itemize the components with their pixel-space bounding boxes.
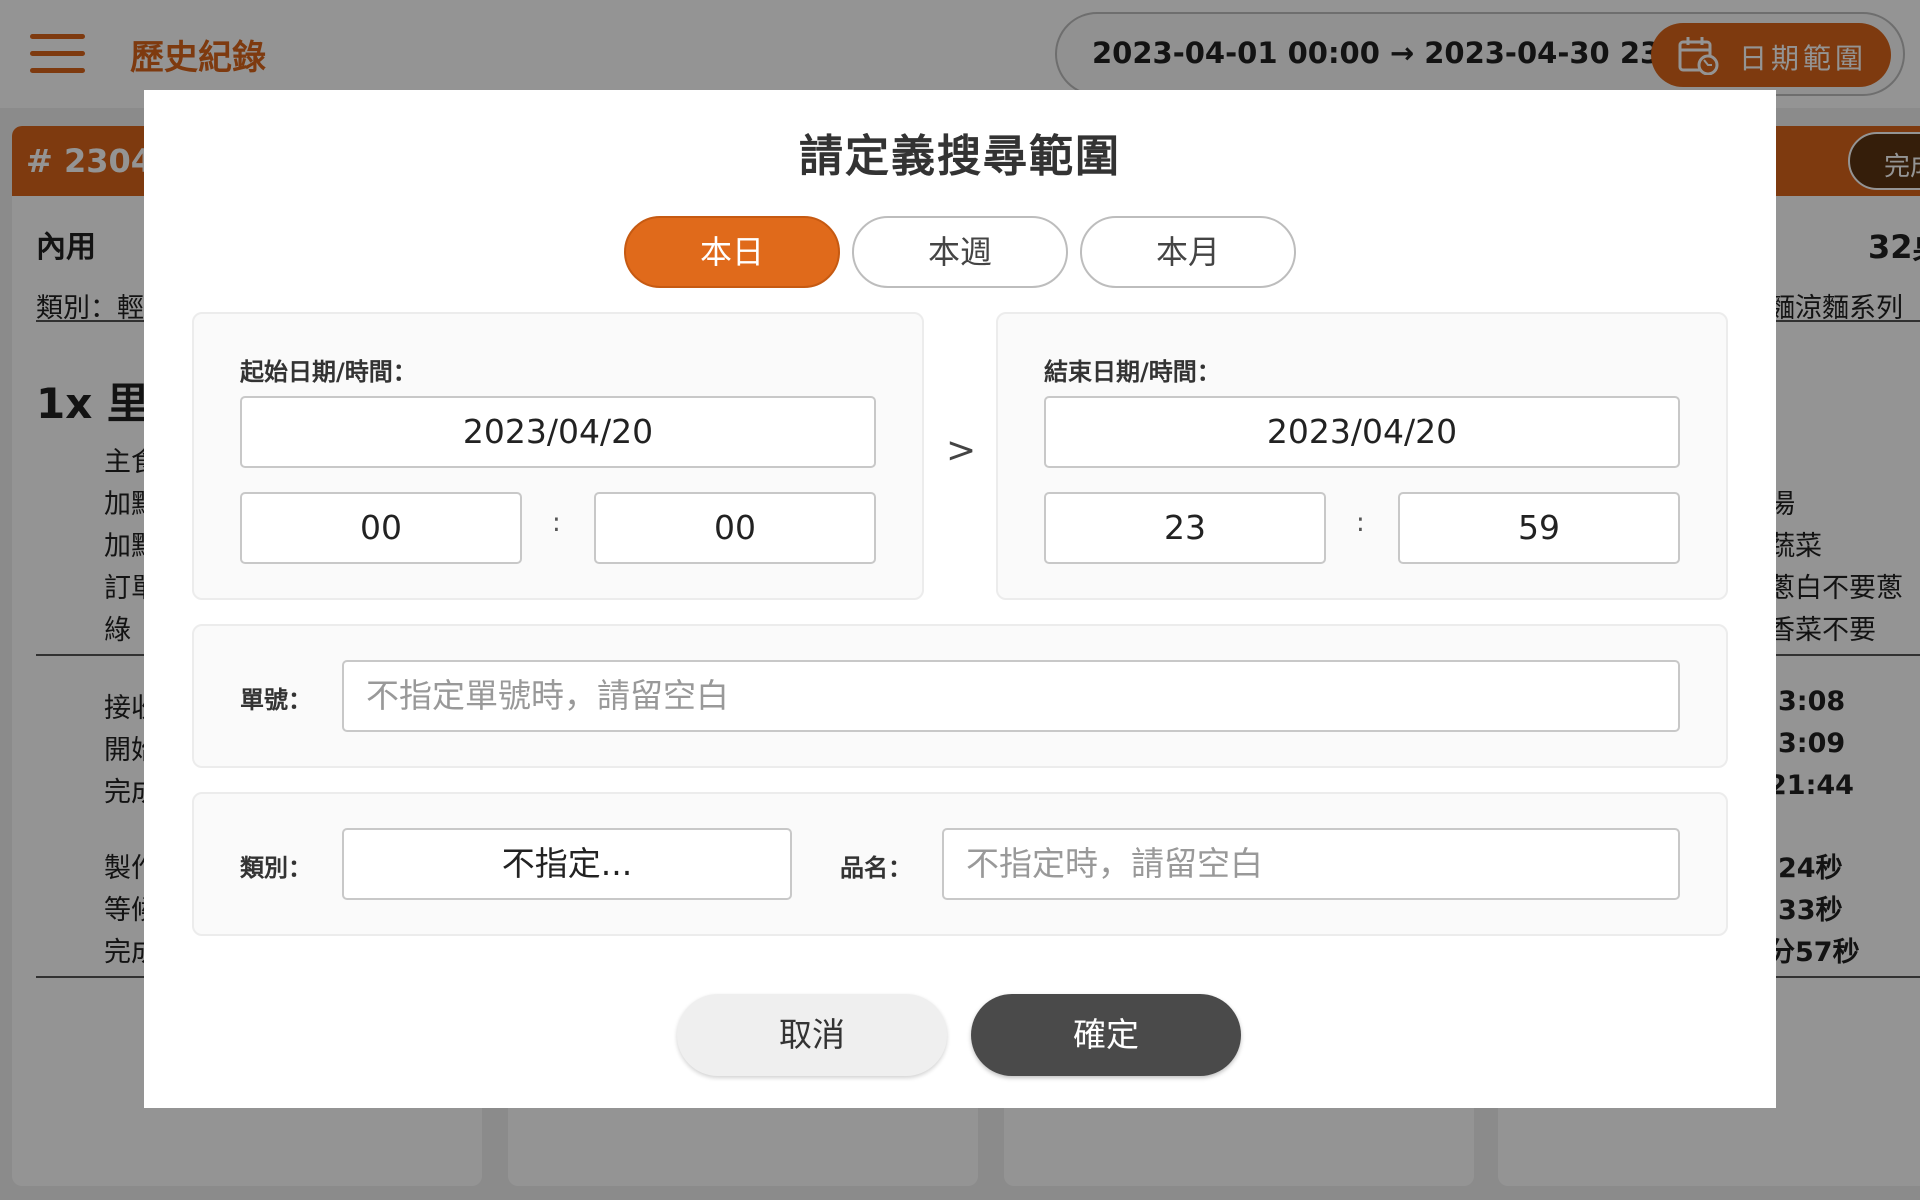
- start-hour-field[interactable]: 00: [240, 492, 522, 564]
- start-datetime-label: 起始日期/時間：: [240, 358, 417, 386]
- preset-today-button[interactable]: 本日: [624, 216, 840, 288]
- range-separator: >: [946, 430, 977, 471]
- preset-this-month-button[interactable]: 本月: [1080, 216, 1296, 288]
- end-datetime-label: 結束日期/時間：: [1044, 358, 1221, 386]
- order-number-label: 單號：: [240, 686, 312, 714]
- category-select[interactable]: 不指定...: [342, 828, 792, 900]
- end-minute-field[interactable]: 59: [1398, 492, 1680, 564]
- order-number-panel: 單號： 不指定單號時，請留空白: [192, 624, 1728, 768]
- search-range-dialog: 請定義搜尋範圍 本日 本週 本月 起始日期/時間： 2023/04/20 00 …: [144, 90, 1776, 1108]
- item-name-label: 品名：: [840, 854, 912, 882]
- cancel-button[interactable]: 取消: [677, 994, 947, 1076]
- end-hour-field[interactable]: 23: [1044, 492, 1326, 564]
- preset-this-week-button[interactable]: 本週: [852, 216, 1068, 288]
- time-colon: :: [552, 508, 561, 538]
- confirm-button[interactable]: 確定: [971, 994, 1241, 1076]
- category-label: 類別：: [240, 854, 312, 882]
- time-colon: :: [1356, 508, 1365, 538]
- category-item-panel: 類別： 不指定... 品名： 不指定時，請留空白: [192, 792, 1728, 936]
- dialog-title: 請定義搜尋範圍: [799, 131, 1121, 182]
- item-name-input[interactable]: 不指定時，請留空白: [942, 828, 1680, 900]
- start-minute-field[interactable]: 00: [594, 492, 876, 564]
- end-datetime-panel: 結束日期/時間： 2023/04/20 23 : 59: [996, 312, 1728, 600]
- end-date-field[interactable]: 2023/04/20: [1044, 396, 1680, 468]
- order-number-input[interactable]: 不指定單號時，請留空白: [342, 660, 1680, 732]
- start-datetime-panel: 起始日期/時間： 2023/04/20 00 : 00: [192, 312, 924, 600]
- start-date-field[interactable]: 2023/04/20: [240, 396, 876, 468]
